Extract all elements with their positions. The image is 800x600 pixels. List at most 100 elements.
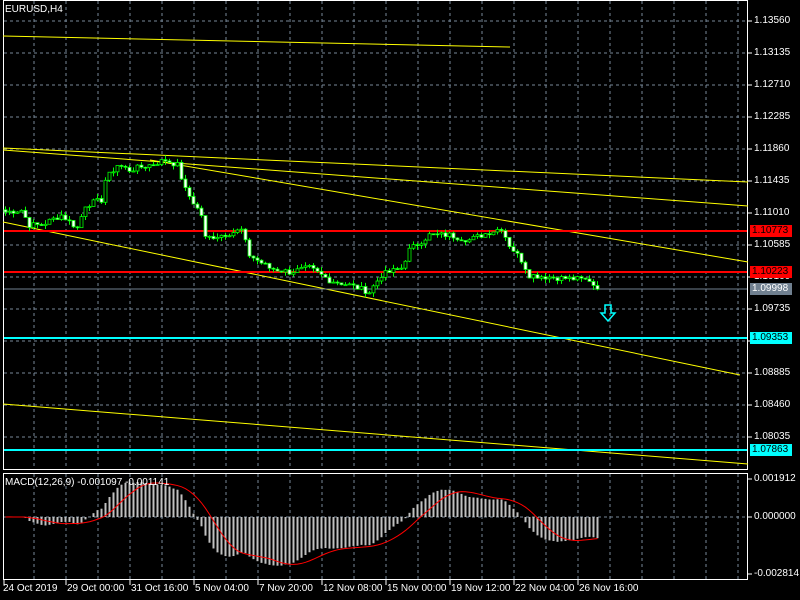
candle-bear (315, 267, 320, 272)
symbol-title: EURUSD,H4 (5, 4, 63, 15)
candle-bear (387, 270, 392, 273)
candle-bear (99, 198, 104, 203)
candle-bull (239, 228, 244, 231)
candle-bear (551, 276, 556, 279)
candle-bear (363, 286, 368, 294)
candle-bull (231, 232, 236, 237)
price-axis-label: 1.13135 (754, 47, 791, 58)
candle-bear (459, 239, 464, 242)
candle-bull (51, 217, 56, 220)
candle-bull (59, 214, 64, 220)
candle-bull (295, 268, 300, 273)
candle-bear (507, 236, 512, 248)
trend-line (149, 159, 749, 263)
price-axis-label: 1.11010 (754, 207, 790, 218)
candle-bull (559, 276, 564, 281)
candle-bull (147, 164, 152, 168)
candle-bull (15, 211, 20, 214)
candle-bear (463, 240, 468, 243)
candle-bull (391, 268, 396, 273)
candle-bear (179, 162, 184, 180)
candle-bull (547, 276, 552, 280)
candle-bull (427, 233, 432, 241)
time-axis-label: 29 Oct 00:00 (67, 583, 125, 594)
price-chart[interactable] (0, 0, 800, 600)
candle-bear (395, 268, 400, 270)
candle-bear (431, 233, 436, 236)
candle-bear (167, 160, 172, 163)
candle-bull (135, 164, 140, 172)
candle-bull (87, 206, 92, 208)
candle-bull (567, 276, 572, 279)
price-axis-label: 1.13560 (754, 15, 791, 26)
candle-bear (39, 224, 44, 226)
candle-bull (207, 235, 212, 238)
candle-bear (583, 277, 588, 280)
candle-bull (43, 223, 48, 226)
candle-bear (199, 207, 204, 216)
candle-bull (283, 269, 288, 273)
candle-bear (195, 203, 200, 209)
candle-bull (83, 206, 88, 217)
candle-bull (215, 237, 220, 240)
candle-bear (515, 250, 520, 254)
candle-bull (91, 199, 96, 207)
candle-bear (435, 233, 440, 236)
price-axis-label: 1.08885 (754, 367, 791, 378)
candle-bull (107, 171, 112, 181)
candle-bull (115, 165, 120, 173)
candle-bull (331, 281, 336, 284)
time-axis-label: 5 Nov 04:00 (195, 583, 249, 594)
candle-bull (419, 243, 424, 246)
time-axis-label: 12 Nov 08:00 (323, 583, 383, 594)
candle-bear (127, 166, 132, 172)
candle-bear (171, 162, 176, 167)
candle-bull (371, 285, 376, 294)
candle-bull (7, 210, 12, 213)
candle-bear (123, 165, 128, 168)
candle-bear (519, 252, 524, 263)
candle-bear (451, 232, 456, 239)
candle-bull (291, 272, 296, 275)
candle-bear (499, 229, 504, 232)
price-axis-label: 1.12285 (754, 111, 791, 122)
price-axis-label: 1.09735 (754, 303, 791, 314)
candle-bear (311, 265, 316, 269)
candle-bull (491, 231, 496, 236)
price-tag-red: 1.10773 (750, 225, 792, 237)
candle-bear (211, 235, 216, 240)
candle-bull (411, 244, 416, 249)
macd-axis-label: 0.001912 (754, 473, 796, 484)
candle-bull (367, 292, 372, 295)
macd-frame (3, 473, 748, 580)
candle-bull (375, 280, 380, 287)
macd-axis-label: -0.002814 (754, 568, 800, 579)
candle-bear (339, 282, 344, 286)
candle-bear (595, 285, 600, 290)
candle-bear (355, 284, 360, 290)
candle-bear (247, 239, 252, 257)
time-axis-label: 7 Nov 20:00 (259, 583, 313, 594)
candle-bear (579, 276, 584, 279)
candle-bear (151, 164, 156, 167)
candle-bear (415, 244, 420, 247)
candle-bear (335, 281, 340, 284)
candle-bull (347, 283, 352, 286)
candle-bear (35, 222, 40, 225)
candle-bear (63, 214, 68, 221)
candle-bear (571, 276, 576, 281)
candle-bear (487, 233, 492, 236)
candle-bear (267, 262, 272, 269)
candle-bear (351, 283, 356, 286)
candle-bull (19, 209, 24, 213)
trend-line (2, 35, 511, 48)
candle-bear (203, 215, 208, 237)
candle-bear (443, 232, 448, 238)
candle-bull (79, 216, 84, 229)
candle-bear (535, 274, 540, 279)
candle-bull (31, 222, 36, 228)
candle-bear (323, 273, 328, 278)
time-axis-label: 19 Nov 12:00 (451, 583, 511, 594)
time-axis-label: 15 Nov 00:00 (387, 583, 447, 594)
candle-bull (47, 218, 52, 225)
